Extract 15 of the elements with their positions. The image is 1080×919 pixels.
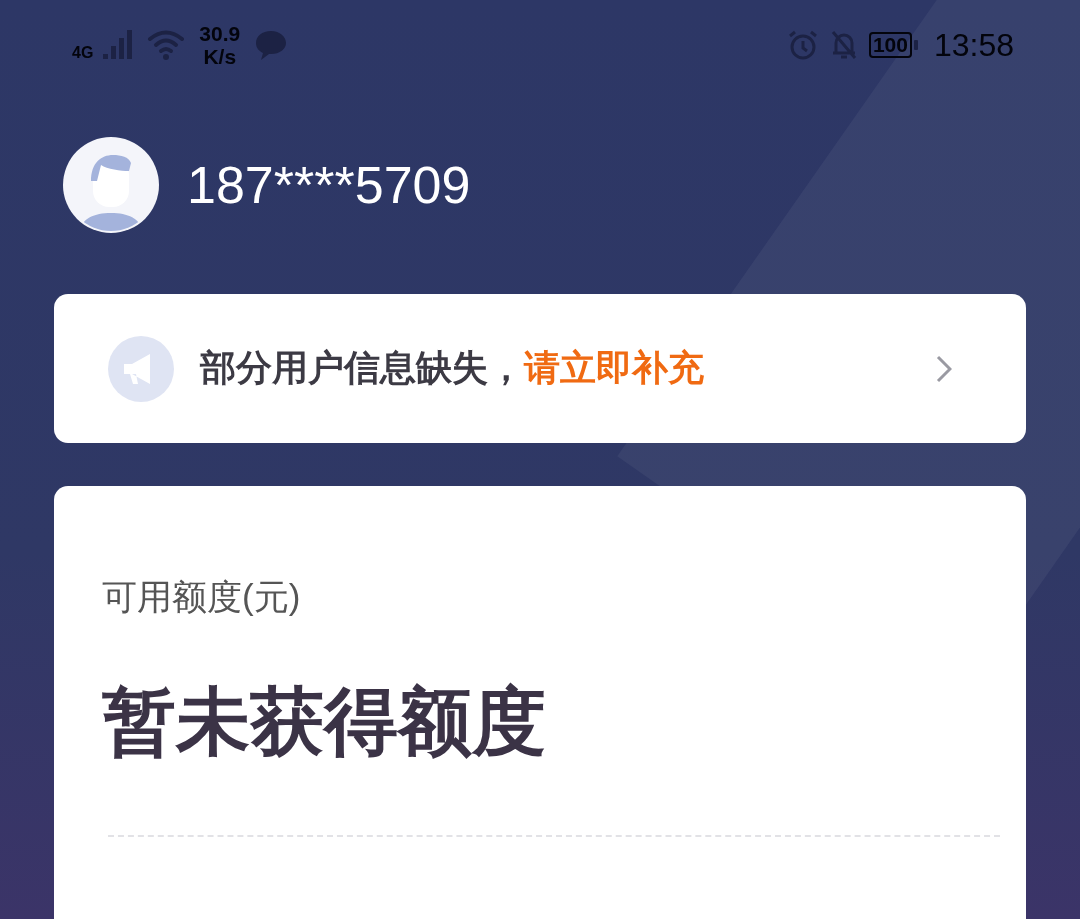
clock-time: 13:58 bbox=[933, 26, 1014, 64]
wifi-icon bbox=[147, 29, 186, 61]
chevron-right-icon[interactable] bbox=[936, 354, 952, 383]
notice-message: 部分用户信息缺失，请立即补充 bbox=[200, 346, 705, 390]
credit-label: 可用额度(元) bbox=[102, 576, 302, 618]
chat-bubble-icon bbox=[254, 29, 289, 61]
phone-number: 187****5709 bbox=[187, 155, 471, 215]
megaphone-icon bbox=[108, 335, 174, 402]
network-speed: 30.9 bbox=[199, 22, 241, 45]
supplement-link[interactable]: 请立即补充 bbox=[524, 347, 704, 388]
alarm-clock-icon bbox=[786, 29, 819, 61]
avatar-icon[interactable] bbox=[63, 137, 159, 233]
network-type: 4G bbox=[72, 44, 94, 62]
credit-status: 暂未获得额度 bbox=[102, 679, 547, 765]
speed-unit: K/s bbox=[203, 45, 237, 68]
